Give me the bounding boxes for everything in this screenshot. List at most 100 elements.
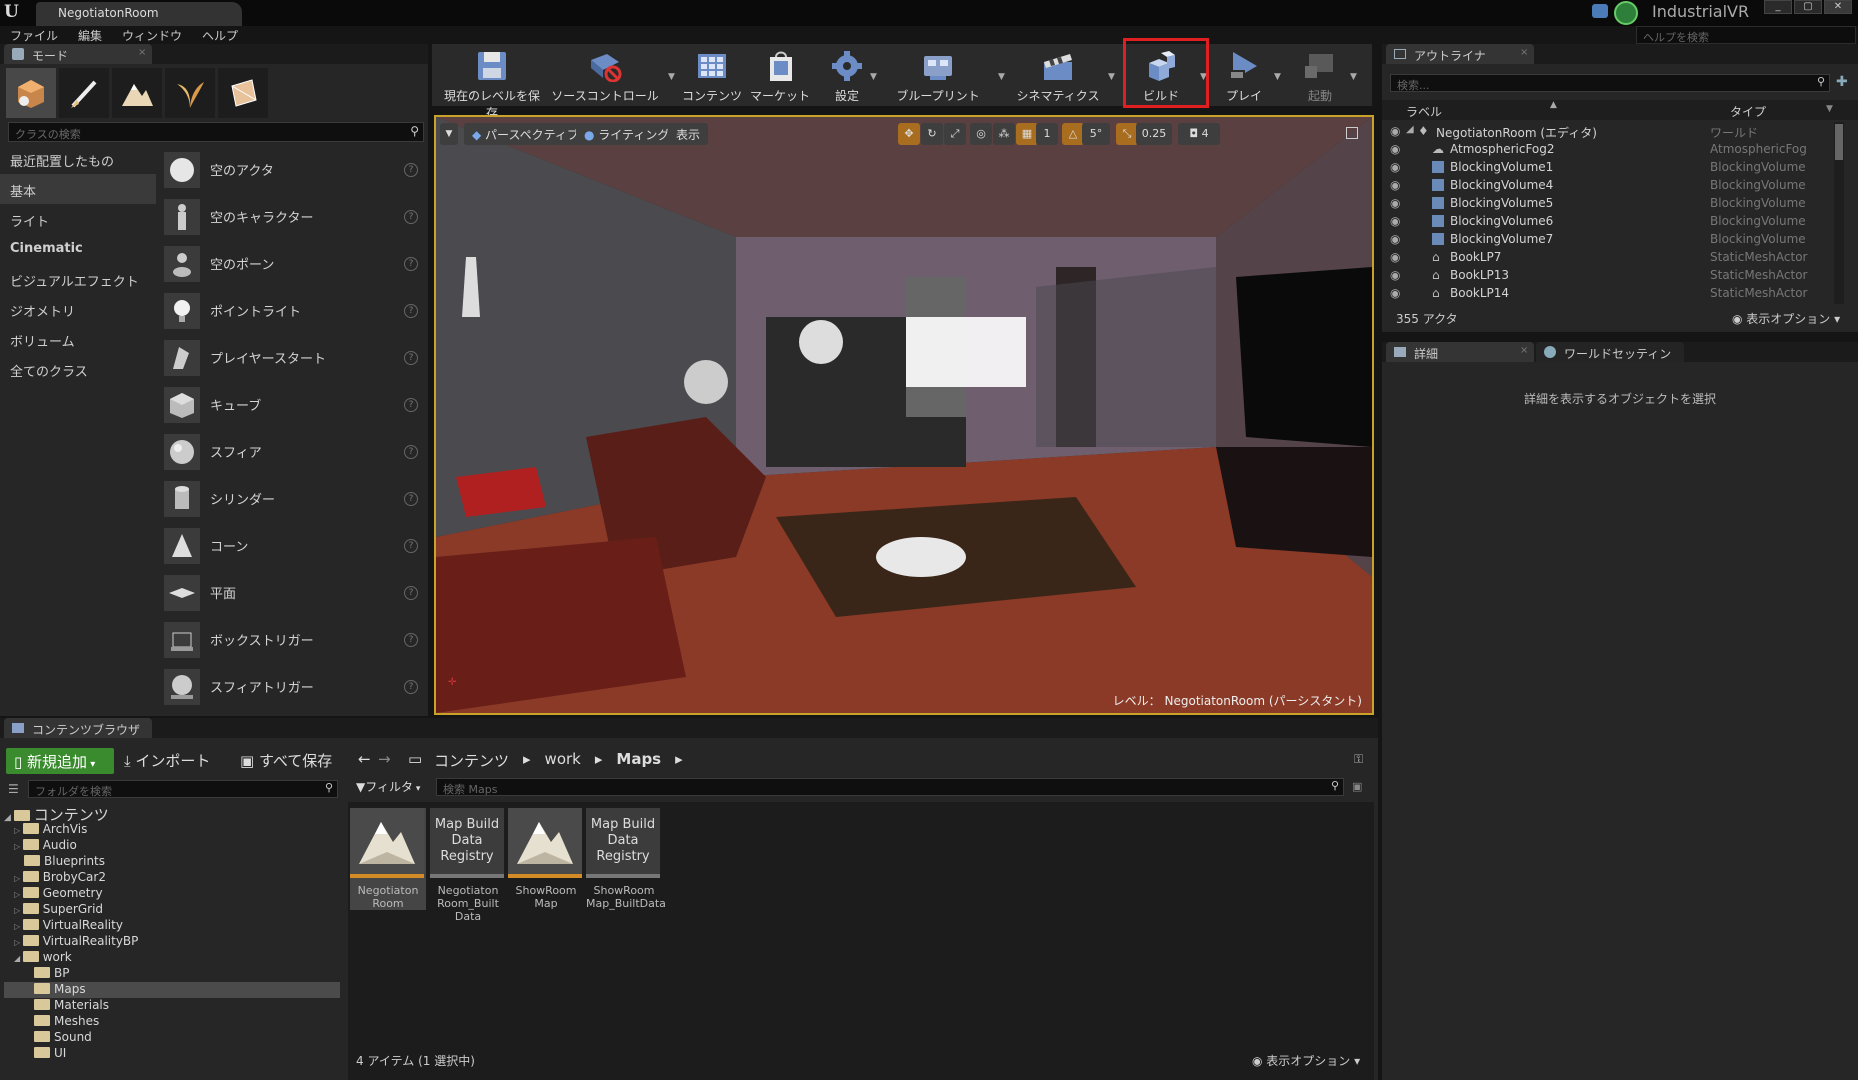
outliner-row[interactable]: ◉ BlockingVolume6 BlockingVolume	[1382, 212, 1842, 230]
breadcrumb-separator-icon[interactable]: ▸	[523, 750, 531, 771]
help-icon[interactable]: ?	[404, 209, 418, 224]
actor-box-trigger[interactable]: ボックストリガー ?	[160, 616, 424, 663]
save-all-button[interactable]: ▣ すべて保存	[240, 750, 332, 771]
eye-icon[interactable]: ◉	[1390, 268, 1400, 282]
grid-snap-value[interactable]: 1	[1036, 123, 1058, 145]
actor-sphere[interactable]: スフィア ?	[160, 428, 424, 475]
launch-dropdown-icon[interactable]: ▼	[1350, 72, 1357, 82]
actor-empty-pawn[interactable]: 空のポーン ?	[160, 240, 424, 287]
outliner-row[interactable]: ◉ ⌂ BookLP7 StaticMeshActor	[1382, 248, 1842, 266]
expand-arrow-icon[interactable]: ▷	[14, 938, 23, 947]
tree-item-virtualreality[interactable]: ▷ VirtualReality	[4, 918, 340, 934]
save-search-icon[interactable]: ▣	[1352, 780, 1362, 793]
eye-icon[interactable]: ◉	[1390, 178, 1400, 192]
launch-button[interactable]: 起動	[1288, 48, 1352, 104]
actor-point-light[interactable]: ポイントライト ?	[160, 287, 424, 334]
outliner-row[interactable]: ◉ ⌂ BookLP13 StaticMeshActor	[1382, 266, 1842, 284]
play-button[interactable]: プレイ	[1212, 48, 1276, 104]
blueprint-dropdown-icon[interactable]: ▼	[998, 72, 1005, 82]
tree-item-sound[interactable]: Sound	[4, 1030, 340, 1046]
help-icon[interactable]: ?	[404, 444, 418, 459]
help-icon[interactable]: ?	[404, 491, 418, 506]
place-mode-button[interactable]	[6, 68, 56, 118]
help-icon[interactable]: ?	[404, 538, 418, 553]
menu-file[interactable]: ファイル	[0, 26, 68, 44]
category-all-classes[interactable]: 全てのクラス	[0, 354, 156, 384]
menu-window[interactable]: ウィンドウ	[112, 26, 192, 44]
help-icon[interactable]: ?	[404, 162, 418, 177]
close-window-button[interactable]: ✕	[1824, 0, 1852, 14]
content-button[interactable]: コンテンツ	[680, 48, 744, 104]
view-options-button[interactable]: ◉ 表示オプション ▾	[1732, 310, 1840, 327]
actor-cube[interactable]: キューブ ?	[160, 381, 424, 428]
help-icon[interactable]: ?	[404, 679, 418, 694]
tree-item-ui[interactable]: UI	[4, 1046, 340, 1062]
settings-dropdown-icon[interactable]: ▼	[870, 72, 877, 82]
camera-speed-button[interactable]: ◘ 4	[1178, 123, 1220, 145]
content-browser-tab[interactable]: コンテンツブラウザ	[4, 718, 152, 738]
maximize-viewport-icon[interactable]	[1346, 127, 1358, 139]
folder-icon[interactable]: ▭	[408, 750, 422, 768]
level-viewport[interactable]: ▼ ◆ パースペクティブ ● ライティング 表示 ✥ ↻ ⤢ ◎ ⁂ ▦ 1 △…	[434, 115, 1374, 715]
category-visual-effects[interactable]: ビジュアルエフェクト	[0, 264, 156, 294]
tree-item-geometry[interactable]: ▷ Geometry	[4, 886, 340, 902]
asset-tile-negotiaton-room-builtdata[interactable]: Map Build Data Registry Negotiaton Room_…	[430, 808, 506, 923]
breadcrumb-work[interactable]: work	[545, 750, 581, 771]
tree-item-supergrid[interactable]: ▷ SuperGrid	[4, 902, 340, 918]
details-tab[interactable]: 詳細 ×	[1386, 342, 1534, 362]
foliage-mode-button[interactable]	[165, 68, 215, 118]
column-options-icon[interactable]: ▼	[1826, 104, 1833, 114]
chat-icon[interactable]	[1592, 4, 1608, 18]
breadcrumb-separator-icon[interactable]: ▸	[595, 750, 603, 771]
history-forward-button[interactable]: →	[378, 750, 391, 768]
outliner-tab[interactable]: アウトライナ ×	[1386, 44, 1534, 64]
cinematics-dropdown-icon[interactable]: ▼	[1108, 72, 1115, 82]
actor-cylinder[interactable]: シリンダー ?	[160, 475, 424, 522]
tree-item-virtualrealitybp[interactable]: ▷ VirtualRealityBP	[4, 934, 340, 950]
asset-tile-showroom-map[interactable]: ShowRoom Map	[508, 808, 584, 910]
geometry-mode-button[interactable]	[218, 68, 268, 118]
eye-icon[interactable]: ◉	[1390, 160, 1400, 174]
expand-arrow-icon[interactable]: ▷	[14, 874, 23, 883]
marketplace-button[interactable]: マーケット	[748, 48, 812, 104]
eye-icon[interactable]: ◉	[1390, 250, 1400, 264]
outliner-row[interactable]: ◉ BlockingVolume1 BlockingVolume	[1382, 158, 1842, 176]
help-icon[interactable]: ?	[404, 632, 418, 647]
actor-sphere-trigger[interactable]: スフィアトリガー ?	[160, 663, 424, 710]
scale-tool-icon[interactable]: ⤢	[944, 123, 966, 145]
help-search-input[interactable]: ヘルプを検索	[1636, 26, 1856, 44]
rotate-snap-icon[interactable]: △	[1062, 123, 1084, 145]
level-document-tab[interactable]: NegotiatonRoom	[36, 2, 242, 26]
outliner-row[interactable]: ◉ BlockingVolume4 BlockingVolume	[1382, 176, 1842, 194]
show-flags-button[interactable]: 表示	[668, 123, 709, 145]
outliner-row[interactable]: ◉ ⌂ BookLP14 StaticMeshActor	[1382, 284, 1842, 302]
add-new-button[interactable]: ▯ 新規追加 ▾	[6, 748, 114, 774]
outliner-scrollbar[interactable]	[1834, 122, 1844, 304]
world-settings-tab[interactable]: ワールドセッティン	[1536, 342, 1684, 362]
lighting-view-mode-button[interactable]: ● ライティング	[576, 123, 678, 145]
tree-item-meshes[interactable]: Meshes	[4, 1014, 340, 1030]
outliner-row[interactable]: ◉ BlockingVolume5 BlockingVolume	[1382, 194, 1842, 212]
category-geometry[interactable]: ジオメトリ	[0, 294, 156, 324]
blueprint-button[interactable]: ブループリント	[890, 48, 986, 104]
maximize-button[interactable]: ▢	[1794, 0, 1822, 14]
play-dropdown-icon[interactable]: ▼	[1274, 72, 1281, 82]
column-label-header[interactable]: ラベル	[1406, 103, 1442, 120]
perspective-view-button[interactable]: ◆ パースペクティブ	[464, 123, 587, 145]
world-local-toggle-icon[interactable]: ◎	[970, 123, 992, 145]
breadcrumb-content[interactable]: コンテンツ	[434, 750, 509, 771]
eye-icon[interactable]: ◉	[1390, 286, 1400, 300]
tree-item-archvis[interactable]: ▷ ArchVis	[4, 822, 340, 838]
asset-tile-showroom-map-builtdata[interactable]: Map Build Data Registry ShowRoom Map_Bui…	[586, 808, 666, 910]
tree-item-brobycar2[interactable]: ▷ BrobyCar2	[4, 870, 340, 886]
asset-search-input[interactable]: 検索 Maps ⚲	[436, 778, 1344, 796]
tree-item-audio[interactable]: ▷ Audio	[4, 838, 340, 854]
actor-empty-actor[interactable]: 空のアクタ ?	[160, 146, 424, 193]
rotate-snap-value[interactable]: 5°	[1082, 123, 1110, 145]
menu-help[interactable]: ヘルプ	[192, 26, 248, 44]
eye-icon[interactable]: ◉	[1390, 196, 1400, 210]
close-tab-icon[interactable]: ×	[138, 47, 146, 58]
modes-tab[interactable]: モード ×	[4, 44, 152, 64]
tree-item-maps[interactable]: Maps	[4, 982, 340, 998]
add-folder-icon[interactable]: ✚	[1836, 74, 1848, 90]
